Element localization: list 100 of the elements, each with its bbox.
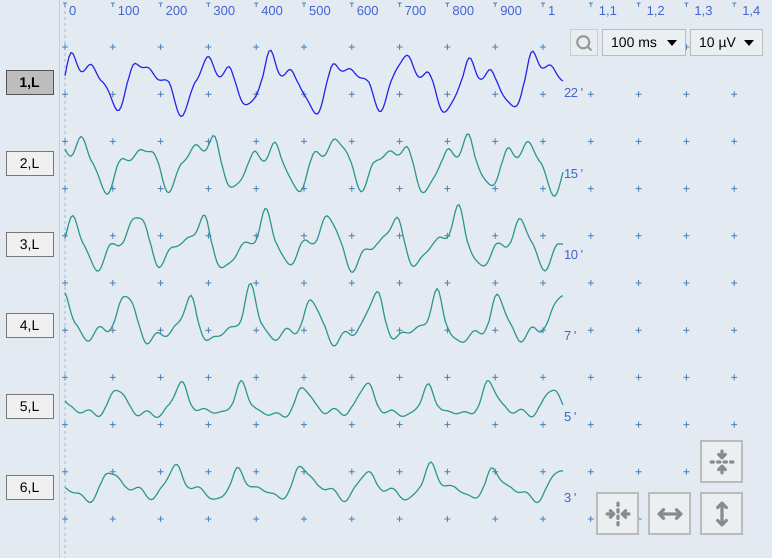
time-scale-dropdown[interactable]: 100 ms [602,29,686,56]
search-icon [575,34,593,52]
expand-horizontal-button[interactable] [648,492,691,535]
compress-horizontal-button[interactable] [596,492,639,535]
compress-vertical-button[interactable] [700,440,743,483]
grid-mark [252,138,260,145]
channel-button[interactable]: 1,L [6,70,54,95]
grid-mark [682,326,690,334]
grid-mark [396,232,404,240]
channel-reading: 7 ' [564,329,576,342]
grid-mark [300,421,308,428]
search-button[interactable] [570,29,598,56]
grid-mark [300,516,308,522]
time-axis-label: 400 [261,4,283,17]
axis-tick [588,2,594,8]
grid-mark [204,326,212,334]
grid-mark [62,232,68,240]
grid-mark [396,374,404,381]
channel-button[interactable]: 4,L [6,313,54,338]
grid-mark [635,280,642,286]
time-axis-label: 1,3 [694,4,712,17]
axis-tick [349,2,354,8]
grid-mark [157,138,164,145]
grid-mark [492,44,499,50]
grid-mark [396,421,404,428]
channel-button[interactable]: 2,L [6,151,54,176]
axis-tick [444,2,450,8]
grid-mark [252,326,260,334]
channel-reading: 5 ' [564,410,576,423]
grid-mark [587,232,594,240]
grid-mark [492,185,499,192]
grid-mark [730,90,738,98]
grid-mark [62,421,68,428]
grid-mark [540,90,546,98]
grid-mark [109,185,116,192]
grid-mark [348,232,356,240]
grid-mark [62,138,68,145]
grid-mark [204,185,212,192]
grid-mark [348,90,356,98]
amplitude-scale-dropdown[interactable]: 10 µV [690,29,763,56]
grid-mark [252,185,260,192]
compress-horizontal-icon [604,500,630,526]
grid-mark [587,374,594,381]
grid-mark [109,44,116,50]
axis-tick [732,2,737,8]
channel-button[interactable]: 6,L [6,475,54,500]
grid-mark [204,232,212,240]
grid-mark [492,90,499,98]
grid-mark [396,44,404,50]
grid-mark [348,326,356,334]
grid-mark [492,232,499,240]
grid-mark [540,232,546,240]
grid-mark [62,374,68,381]
dropdown-arrow-icon [667,40,677,46]
grid-mark [109,138,116,145]
grid-mark [730,232,738,240]
grid-mark [444,44,451,50]
grid-mark [348,44,356,50]
grid-mark [444,468,451,476]
time-axis-label: 1,2 [646,4,665,17]
grid-mark [252,232,260,240]
axis-tick [397,2,402,8]
grid-mark [587,138,594,145]
grid-mark [730,374,738,381]
compress-vertical-icon [708,448,734,474]
channel-button[interactable]: 3,L [6,232,54,257]
axis-tick [158,2,164,8]
grid-mark [540,516,546,522]
grid-mark [252,468,260,476]
grid-mark [444,90,451,98]
grid-mark [109,232,116,240]
grid-mark [252,374,260,381]
grid-mark [444,138,451,145]
expand-vertical-button[interactable] [700,492,743,535]
grid-mark [540,185,546,192]
time-axis-label: 300 [213,4,236,17]
grid-mark [62,516,68,522]
grid-mark [682,468,690,476]
grid-mark [444,374,451,381]
time-axis-label: 0 [69,4,76,17]
grid-mark [348,374,356,381]
time-axis-label: 900 [500,4,522,17]
grid-mark [109,280,116,286]
grid-mark [635,374,642,381]
time-axis-label: 1 [548,4,556,17]
grid-mark [348,185,356,192]
channel-reading: 10 ' [564,248,583,261]
grid-mark [252,421,260,428]
grid-mark [300,326,308,334]
grid-mark [444,421,451,428]
channel-button[interactable]: 5,L [6,394,54,419]
grid-mark [204,516,212,522]
grid-mark [587,421,594,428]
grid-mark [730,138,738,145]
grid-mark [396,280,404,286]
grid-mark [587,326,594,334]
grid-mark [540,468,546,476]
time-axis-label: 500 [309,4,331,17]
axis-tick [684,2,689,8]
grid-mark [204,374,212,381]
